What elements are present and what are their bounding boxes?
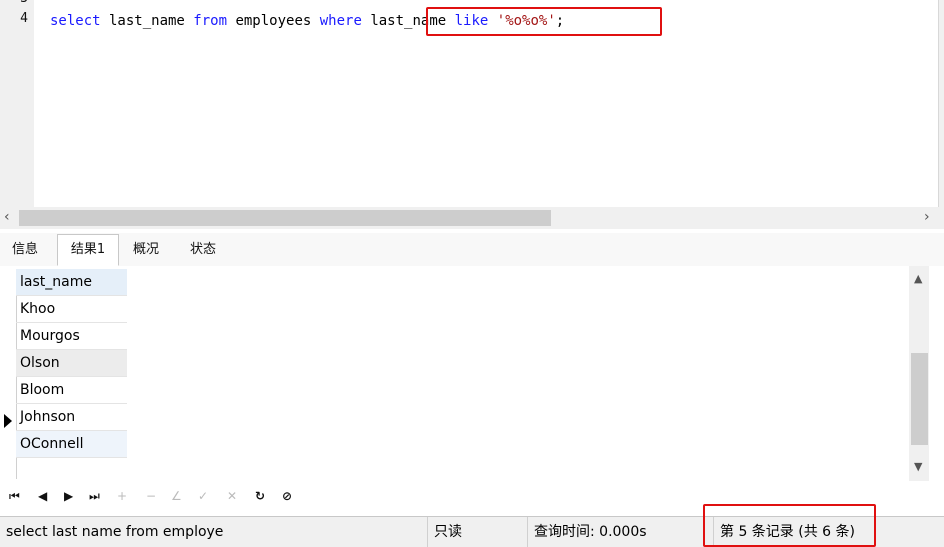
discard-changes-icon[interactable]: ✕ bbox=[227, 489, 237, 503]
first-record-icon[interactable]: ⏮ bbox=[9, 489, 20, 504]
line-number-gutter: 3 4 bbox=[0, 0, 34, 207]
table-row[interactable]: Mourgos bbox=[16, 323, 127, 350]
last-record-icon[interactable]: ⏭ bbox=[89, 489, 100, 504]
result-tabs: 信息 结果1 概况 状态 bbox=[0, 233, 944, 267]
edit-record-icon[interactable]: ∠ bbox=[171, 489, 182, 503]
scroll-left-icon[interactable]: ‹ bbox=[4, 209, 10, 225]
sql-identifier: employees bbox=[227, 13, 320, 29]
table-row[interactable]: Olson bbox=[16, 350, 127, 377]
sql-editor[interactable]: 3 4 select last_name from employees wher… bbox=[0, 0, 944, 207]
result-grid[interactable]: last_name Khoo Mourgos Olson Bloom Johns… bbox=[0, 266, 944, 481]
tab-result1[interactable]: 结果1 bbox=[57, 234, 119, 266]
scroll-up-icon[interactable]: ▲ bbox=[914, 272, 922, 285]
scrollbar-thumb[interactable] bbox=[19, 210, 551, 226]
scroll-right-icon[interactable]: › bbox=[924, 209, 930, 225]
delete-record-icon[interactable]: − bbox=[146, 489, 156, 503]
table-row-selected[interactable]: Johnson bbox=[16, 404, 127, 431]
table-row[interactable]: OConnell bbox=[16, 431, 127, 458]
scrollbar-thumb[interactable] bbox=[911, 353, 928, 445]
line-number: 3 bbox=[0, 0, 28, 6]
sql-keyword: select bbox=[50, 13, 101, 29]
editor-right-edge bbox=[938, 0, 944, 207]
sql-identifier: last_name bbox=[100, 13, 194, 29]
line-number: 4 bbox=[20, 11, 28, 26]
row-indicator-column bbox=[0, 269, 17, 479]
status-query-preview: select last name from employe bbox=[0, 517, 428, 547]
tab-status[interactable]: 状态 bbox=[178, 235, 228, 265]
add-record-icon[interactable]: + bbox=[117, 489, 127, 503]
refresh-icon[interactable]: ↻ bbox=[255, 489, 265, 503]
next-record-icon[interactable]: ▶ bbox=[64, 489, 73, 503]
tab-profile[interactable]: 概况 bbox=[121, 235, 171, 265]
apply-changes-icon[interactable]: ✓ bbox=[198, 489, 208, 503]
column-header-last-name[interactable]: last_name bbox=[16, 269, 127, 296]
scroll-down-icon[interactable]: ▼ bbox=[914, 460, 922, 473]
previous-record-icon[interactable]: ◀ bbox=[38, 489, 47, 503]
highlight-box-condition bbox=[426, 7, 662, 36]
status-query-time: 查询时间: 0.000s bbox=[528, 517, 714, 547]
table-row[interactable]: Bloom bbox=[16, 377, 127, 404]
highlight-box-record-info bbox=[703, 504, 876, 547]
stop-icon[interactable]: ⊘ bbox=[282, 489, 292, 503]
sql-keyword: where bbox=[319, 13, 362, 29]
result-vertical-scrollbar[interactable]: ▲ ▼ bbox=[909, 266, 929, 481]
tab-info[interactable]: 信息 bbox=[0, 235, 50, 265]
status-bar: select last name from employe 只读 查询时间: 0… bbox=[0, 504, 944, 547]
editor-horizontal-scrollbar[interactable]: ‹ › bbox=[0, 207, 944, 229]
current-row-marker-icon bbox=[4, 414, 12, 428]
table-row[interactable]: Khoo bbox=[16, 296, 127, 323]
status-mode: 只读 bbox=[428, 517, 528, 547]
sql-keyword: from bbox=[193, 13, 228, 29]
